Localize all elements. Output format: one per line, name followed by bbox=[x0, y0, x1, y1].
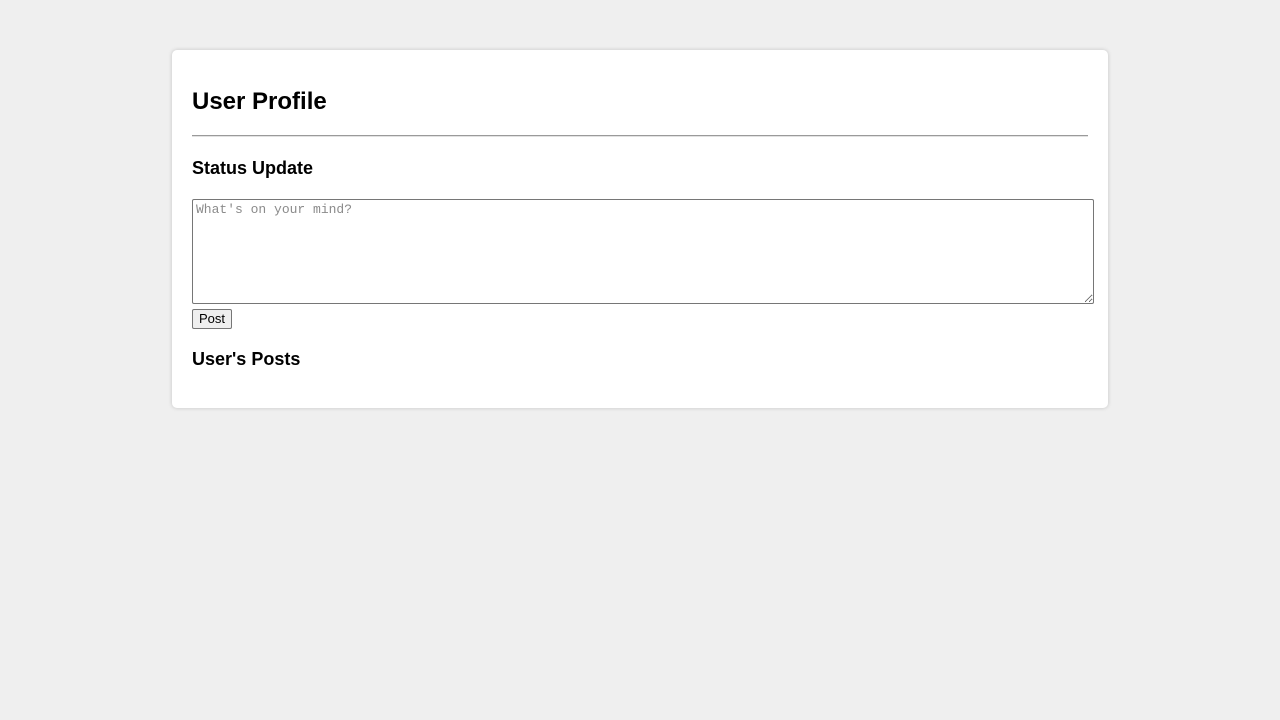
user-posts-heading: User's Posts bbox=[192, 349, 301, 369]
page-title: User Profile bbox=[192, 88, 327, 115]
profile-card: User Profile Status Update Post User's P… bbox=[172, 50, 1108, 408]
status-update-heading: Status Update bbox=[192, 158, 314, 178]
divider bbox=[192, 135, 1088, 137]
status-input[interactable] bbox=[192, 199, 1094, 304]
post-button[interactable]: Post bbox=[192, 309, 233, 329]
